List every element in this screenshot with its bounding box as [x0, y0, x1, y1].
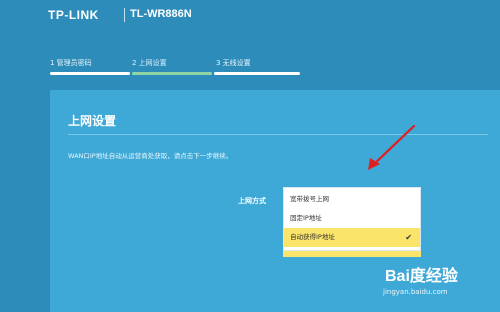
watermark-logo: Bai度经验 [385, 268, 458, 285]
baidu-watermark: Bai度经验 jingyan.baidu.com [383, 262, 500, 312]
watermark-url: jingyan.baidu.com [383, 288, 448, 296]
